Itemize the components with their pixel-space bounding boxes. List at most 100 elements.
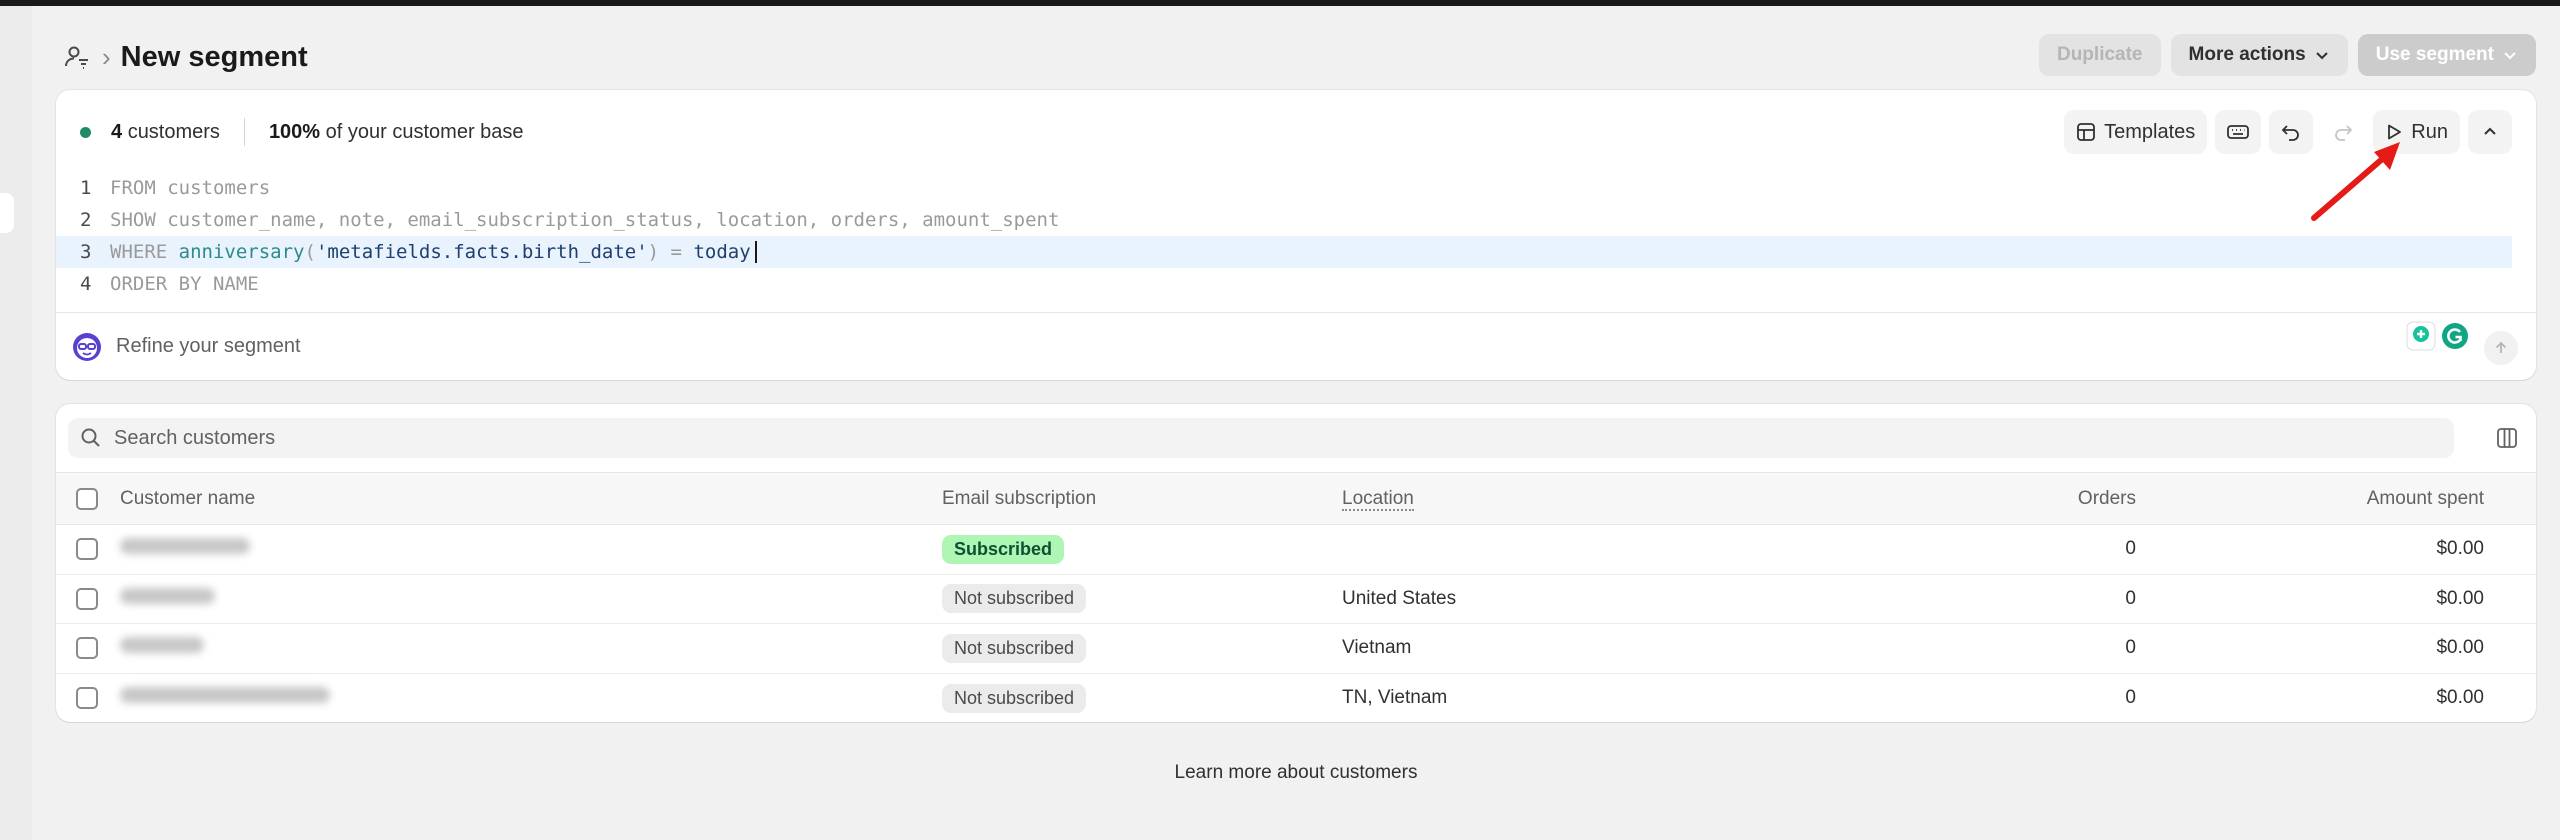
page-header: › New segment Duplicate More actions Use… [56,30,2536,84]
code-token: 'metafields.facts.birth_date' [315,240,648,263]
email-subscription-cell: Not subscribed [942,574,1342,624]
search-customers-input[interactable] [114,426,2114,450]
row-checkbox[interactable] [76,538,98,561]
redacted-customer-name [120,538,250,555]
column-header-location[interactable]: Location [1342,473,1742,525]
table-row[interactable]: Not subscribed Vietnam 0 $0.00 [56,624,2536,674]
learn-more-link[interactable]: Learn more about customers [56,762,2536,784]
refine-segment-row[interactable]: Refine your segment [56,312,2536,380]
grammarly-add-icon[interactable] [2406,321,2436,351]
email-subscription-cell: Subscribed [942,525,1342,575]
amount-spent-cell: $0.00 [2436,687,2484,708]
header-actions: Duplicate More actions Use segment [2038,34,2536,76]
email-subscription-cell: Not subscribed [942,624,1342,674]
column-header-customer-name[interactable]: Customer name [120,473,942,525]
redacted-customer-name [120,587,215,604]
email-subscription-badge: Not subscribed [942,584,1087,614]
orders-cell: 0 [2125,687,2136,708]
customer-name-cell[interactable] [120,673,942,722]
row-select-cell [56,574,120,624]
learn-more-label[interactable]: Learn more about customers [1175,762,1418,783]
row-checkbox[interactable] [76,587,98,610]
submit-refine-button[interactable] [2484,331,2518,365]
templates-label: Templates [2104,120,2196,143]
row-select-cell [56,525,120,575]
code-text: WHERE anniversary('metafields.facts.birt… [110,241,757,264]
customer-name-cell[interactable] [120,525,942,575]
stats-divider [243,118,245,146]
sidekick-assistant-icon [73,332,101,361]
code-token: SHOW customer_name, note, email_subscrip… [110,209,1060,231]
query-editor[interactable]: 1 FROM customers 2 SHOW customer_name, note… [56,172,2536,300]
text-caret [754,241,757,264]
breadcrumb-chevron-icon: › [102,42,111,72]
select-all-checkbox[interactable] [76,487,98,510]
row-select-cell [56,624,120,674]
refine-segment-input[interactable]: Refine your segment [116,335,301,358]
code-line[interactable]: 1 FROM customers [56,172,2536,204]
table-row[interactable]: Not subscribed United States 0 $0.00 [56,574,2536,624]
row-select-cell [56,673,120,722]
amount-spent-cell: $0.00 [2436,637,2484,659]
column-header-orders[interactable]: Orders [1742,473,2136,525]
templates-button[interactable]: Templates [2064,110,2208,154]
page-title: New segment [120,40,308,73]
location-cell: United States [1342,587,1457,609]
customer-base-percent: 100% of your customer base [268,120,524,143]
code-line[interactable]: 4 ORDER BY NAME [56,268,2536,300]
select-all-cell [56,473,120,525]
customer-segment-icon[interactable] [62,42,92,72]
location-cell [1342,525,1742,575]
columns-toggle-button[interactable] [2488,420,2526,456]
status-dot [80,126,91,138]
main-content: › New segment Duplicate More actions Use… [56,6,2536,840]
code-line[interactable]: 2 SHOW customer_name, note, email_subscri… [56,204,2536,236]
more-actions-button[interactable]: More actions [2170,34,2348,76]
location-cell: TN, Vietnam [1342,687,1448,708]
location-cell: Vietnam [1342,637,1412,659]
annotation-arrow-icon [2311,142,2400,221]
redacted-customer-name [120,637,204,654]
orders-cell: 0 [2125,587,2136,609]
amount-spent-cell: $0.00 [2436,538,2484,560]
line-number: 1 [80,177,92,199]
code-token: ( [304,240,316,263]
use-segment-button[interactable]: Use segment [2357,34,2536,76]
code-token: today [693,240,751,263]
segment-editor-card: 4 customers 100% of your customer base T… [56,90,2536,380]
left-rail-tab[interactable] [0,193,14,233]
email-subscription-badge: Not subscribed [942,633,1087,663]
row-checkbox[interactable] [76,637,98,660]
code-text: FROM customers [110,177,270,199]
table-header-row: Customer name Email subscription Locatio… [56,472,2536,525]
customers-results-card: Customer name Email subscription Locatio… [56,404,2536,722]
keyboard-shortcuts-button[interactable] [2215,110,2262,154]
location-header-label: Location [1342,487,1414,511]
table-row[interactable]: Subscribed 0 $0.00 [56,525,2536,575]
keyboard-icon [2227,125,2250,139]
collapse-editor-button[interactable] [2468,110,2512,154]
duplicate-button[interactable]: Duplicate [2038,34,2161,76]
code-line[interactable]: 3 WHERE anniversary('metafields.facts.bir… [56,236,2512,268]
table-row[interactable]: Not subscribed TN, Vietnam 0 $0.00 [56,673,2536,722]
search-icon [81,428,100,447]
row-checkbox[interactable] [76,687,98,709]
grammarly-icon[interactable] [2440,321,2470,351]
chevron-down-icon [2316,52,2328,60]
segment-stats: 4 customers 100% of your customer base [80,112,524,152]
grammarly-widget[interactable] [2406,321,2470,351]
code-token: ORDER BY NAME [110,273,259,295]
left-rail [0,6,32,840]
chevron-up-icon [2484,127,2496,135]
code-token: ) = [647,240,694,263]
amount-spent-cell: $0.00 [2436,587,2484,609]
column-header-email-subscription[interactable]: Email subscription [942,473,1342,525]
breadcrumb: › New segment [62,30,308,84]
email-subscription-cell: Not subscribed [942,673,1342,722]
undo-icon [2282,125,2300,141]
columns-icon [2497,428,2517,448]
column-header-amount-spent[interactable]: Amount spent [2136,473,2536,525]
chevron-down-icon [2504,52,2516,60]
customer-name-cell[interactable] [120,574,942,624]
customer-name-cell[interactable] [120,624,942,674]
